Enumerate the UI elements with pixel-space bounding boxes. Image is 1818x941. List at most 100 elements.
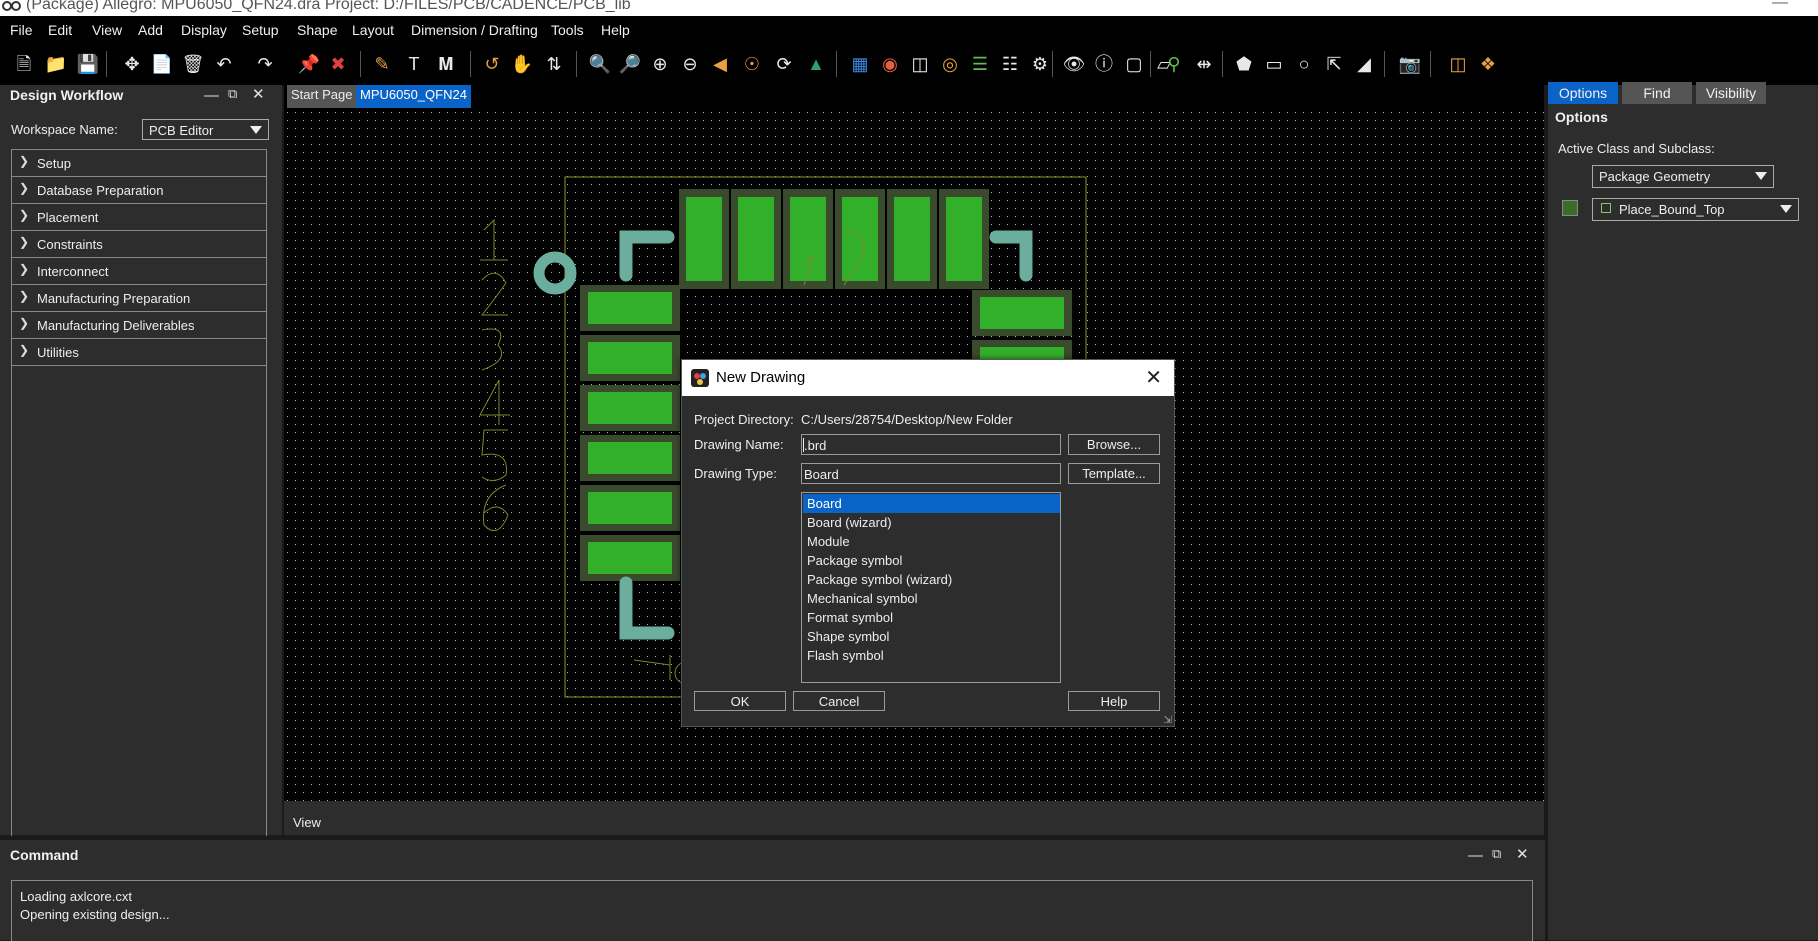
- skill-icon[interactable]: ❖: [1476, 52, 1500, 76]
- list-item-shape-symbol[interactable]: Shape symbol: [803, 627, 1060, 646]
- unpin-icon[interactable]: ✖: [326, 52, 350, 76]
- panel-float-icon[interactable]: ⧉: [228, 86, 237, 102]
- tab-mpu6050-qfn24[interactable]: MPU6050_QFN24: [356, 85, 471, 108]
- panel-minimize-icon[interactable]: —: [204, 87, 219, 104]
- help-button[interactable]: Help: [1068, 691, 1160, 711]
- zoom-in-icon[interactable]: ⊕: [648, 52, 672, 76]
- swap-icon[interactable]: ⇅: [542, 52, 566, 76]
- workflow-item-constraints[interactable]: ❯ Constraints: [11, 230, 267, 257]
- dialog-close-icon[interactable]: ✕: [1145, 365, 1162, 390]
- shadow-icon[interactable]: ◫: [908, 52, 932, 76]
- visibility-icon[interactable]: 👁: [1062, 52, 1086, 76]
- drawing-type-input[interactable]: Board: [801, 463, 1061, 484]
- list-item-board[interactable]: Board: [803, 494, 1060, 513]
- add-pin-icon[interactable]: ⚲: [1162, 52, 1186, 76]
- color-icon[interactable]: ◉: [878, 52, 902, 76]
- workflow-item-manufacturing-deliverables[interactable]: ❯ Manufacturing Deliverables: [11, 311, 267, 338]
- add-rect-icon[interactable]: ▭: [1262, 52, 1286, 76]
- zoom-fit-icon[interactable]: 🔍: [588, 52, 612, 76]
- open-folder-icon[interactable]: 📁: [44, 52, 68, 76]
- menu-add[interactable]: Add: [138, 22, 163, 38]
- redraw-icon[interactable]: ⟳: [772, 52, 796, 76]
- list-item-format-symbol[interactable]: Format symbol: [803, 608, 1060, 627]
- zoom-previous-icon[interactable]: ◀: [708, 52, 732, 76]
- save-icon[interactable]: 💾: [76, 52, 100, 76]
- workflow-item-placement[interactable]: ❯ Placement: [11, 203, 267, 230]
- settings-icon[interactable]: ⚙: [1028, 52, 1052, 76]
- menu-view[interactable]: View: [92, 22, 122, 38]
- browse-button[interactable]: Browse...: [1068, 434, 1160, 455]
- command-close-icon[interactable]: ✕: [1516, 845, 1529, 863]
- list-item-flash-symbol[interactable]: Flash symbol: [803, 646, 1060, 665]
- connect-icon[interactable]: ↺: [480, 52, 504, 76]
- delete-icon[interactable]: 🗑: [181, 52, 205, 76]
- tab-start-page[interactable]: Start Page: [287, 85, 357, 108]
- panel-close-icon[interactable]: ✕: [252, 85, 265, 103]
- minimize-icon[interactable]: —: [1772, 0, 1788, 12]
- workflow-item-interconnect[interactable]: ❯ Interconnect: [11, 257, 267, 284]
- drawing-type-list[interactable]: Board Board (wizard) Module Package symb…: [801, 492, 1061, 683]
- resize-grip-icon[interactable]: ⇲: [1164, 715, 1172, 726]
- active-class-select[interactable]: Package Geometry: [1592, 165, 1774, 188]
- menu-setup[interactable]: Setup: [242, 22, 279, 38]
- command-float-icon[interactable]: ⧉: [1492, 846, 1501, 862]
- add-line-icon[interactable]: ✎: [370, 52, 394, 76]
- camera-icon[interactable]: 📷: [1398, 52, 1422, 76]
- list-item-mechanical-symbol[interactable]: Mechanical symbol: [803, 589, 1060, 608]
- command-output[interactable]: Loading axlcore.cxt Opening existing des…: [11, 880, 1533, 941]
- workflow-item-utilities[interactable]: ❯ Utilities: [11, 338, 267, 366]
- command-minimize-icon[interactable]: —: [1468, 847, 1483, 864]
- new-file-icon[interactable]: 🗎: [12, 52, 36, 76]
- info-icon[interactable]: ⓘ: [1092, 52, 1116, 76]
- 3d-view-icon[interactable]: ▲: [804, 52, 828, 76]
- stackup-icon[interactable]: ☰: [968, 52, 992, 76]
- menu-shape[interactable]: Shape: [297, 22, 337, 38]
- active-class-label: Active Class and Subclass:: [1558, 141, 1715, 156]
- workspace-name-select[interactable]: PCB Editor: [142, 119, 269, 140]
- zoom-window-icon[interactable]: 🔎: [618, 52, 642, 76]
- list-item-package-symbol[interactable]: Package symbol: [803, 551, 1060, 570]
- menu-display[interactable]: Display: [181, 22, 227, 38]
- workflow-item-manufacturing-preparation[interactable]: ❯ Manufacturing Preparation: [11, 284, 267, 311]
- list-item-board-wizard[interactable]: Board (wizard): [803, 513, 1060, 532]
- report-icon[interactable]: ☷: [998, 52, 1022, 76]
- copy-icon[interactable]: 📄: [150, 52, 174, 76]
- move-icon[interactable]: ✥: [120, 52, 144, 76]
- edit-boundary-icon[interactable]: ◢: [1352, 52, 1376, 76]
- zoom-out-icon[interactable]: ⊖: [678, 52, 702, 76]
- tab-find[interactable]: Find: [1622, 82, 1692, 104]
- add-text-icon[interactable]: T: [402, 52, 426, 76]
- add-circle-icon[interactable]: ○: [1292, 52, 1316, 76]
- redo-icon[interactable]: ↷: [253, 52, 277, 76]
- layer-icon[interactable]: ◎: [938, 52, 962, 76]
- drawing-name-input[interactable]: .brd: [801, 434, 1061, 455]
- menu-layout[interactable]: Layout: [352, 22, 394, 38]
- package-icon[interactable]: ▢: [1122, 52, 1146, 76]
- grid-toggle-icon[interactable]: ▦: [848, 52, 872, 76]
- undo-icon[interactable]: ↶: [212, 52, 236, 76]
- menu-file[interactable]: File: [10, 22, 33, 38]
- select-shape-icon[interactable]: ⇱: [1322, 52, 1346, 76]
- list-item-module[interactable]: Module: [803, 532, 1060, 551]
- workflow-item-database-preparation[interactable]: ❯ Database Preparation: [11, 176, 267, 203]
- menu-help[interactable]: Help: [601, 22, 630, 38]
- add-shape-icon[interactable]: ⬟: [1232, 52, 1256, 76]
- dimension-icon[interactable]: ⇹: [1192, 52, 1216, 76]
- pin-icon[interactable]: 📌: [297, 52, 321, 76]
- menu-tools[interactable]: Tools: [551, 22, 584, 38]
- edit-text-icon[interactable]: 𝚳: [434, 52, 458, 76]
- cancel-button[interactable]: Cancel: [793, 691, 885, 711]
- menu-dimension-drafting[interactable]: Dimension / Drafting: [411, 22, 538, 38]
- template-button[interactable]: Template...: [1068, 463, 1160, 484]
- active-subclass-select[interactable]: Place_Bound_Top: [1592, 198, 1799, 221]
- menu-edit[interactable]: Edit: [48, 22, 72, 38]
- script-icon[interactable]: ◫: [1446, 52, 1470, 76]
- tab-visibility[interactable]: Visibility: [1696, 82, 1766, 104]
- subclass-color-swatch[interactable]: [1562, 200, 1578, 216]
- zoom-center-icon[interactable]: ☉: [740, 52, 764, 76]
- ok-button[interactable]: OK: [694, 691, 786, 711]
- list-item-package-symbol-wizard[interactable]: Package symbol (wizard): [803, 570, 1060, 589]
- slide-icon[interactable]: ✋: [510, 52, 534, 76]
- tab-options[interactable]: Options: [1548, 82, 1618, 104]
- workflow-item-setup[interactable]: ❯ Setup: [11, 149, 267, 176]
